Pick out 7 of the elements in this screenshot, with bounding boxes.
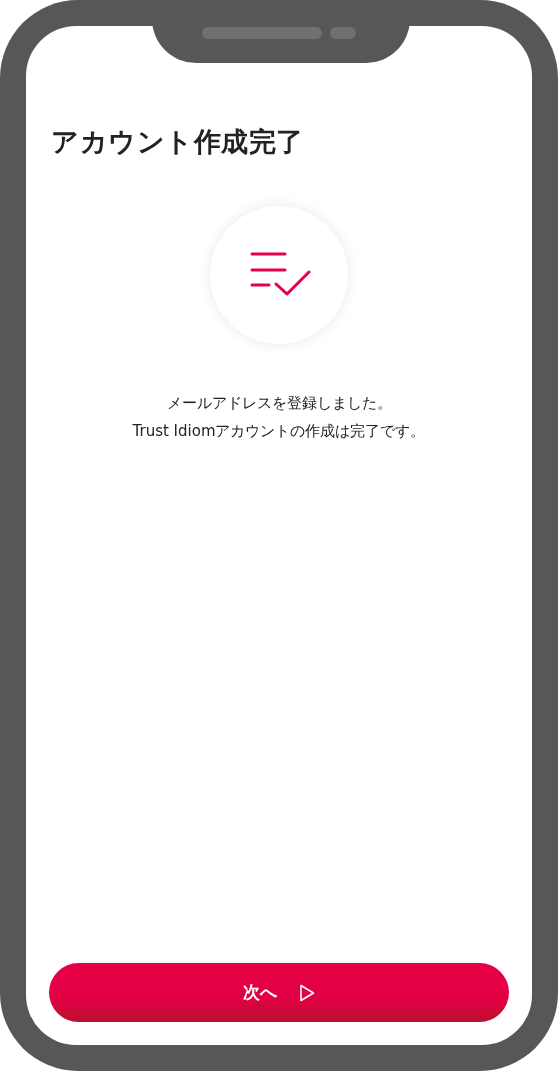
camera-pill xyxy=(330,27,356,39)
page-title: アカウント作成完了 xyxy=(51,125,305,159)
message-text: Trust Idiomアカウントの作成は完了です。 xyxy=(132,422,426,441)
message-text: メールアドレスを登録しました。 xyxy=(166,394,392,413)
next-button[interactable]: 次へ xyxy=(49,963,509,1022)
play-icon xyxy=(299,983,315,1002)
checklist-icon xyxy=(250,252,312,298)
